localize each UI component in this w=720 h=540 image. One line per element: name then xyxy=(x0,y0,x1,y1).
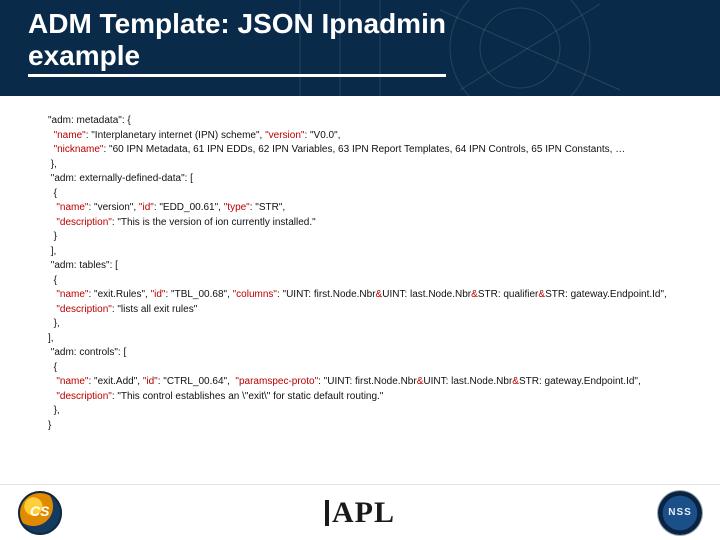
cs-text: CS xyxy=(30,503,49,519)
apl-text: APL xyxy=(332,496,395,529)
title-line-2: example xyxy=(28,40,140,71)
slide: ADM Template: JSON Ipnadmin example "adm… xyxy=(0,0,720,540)
footer: CS APL NSS xyxy=(0,484,720,540)
apl-logo: APL xyxy=(325,496,395,530)
cs-logo: CS xyxy=(18,491,62,535)
json-listing: "adm: metadata": { "name": "Interplaneta… xyxy=(48,114,690,433)
nss-logo: NSS xyxy=(658,491,702,535)
apl-bar-icon xyxy=(325,500,329,526)
slide-title: ADM Template: JSON Ipnadmin example xyxy=(28,8,446,77)
slide-header: ADM Template: JSON Ipnadmin example xyxy=(0,0,720,96)
title-line-1: ADM Template: JSON Ipnadmin xyxy=(28,8,446,39)
code-block: "adm: metadata": { "name": "Interplaneta… xyxy=(0,96,720,433)
cs-badge-icon: CS xyxy=(18,491,62,535)
nss-text: NSS xyxy=(668,507,692,518)
